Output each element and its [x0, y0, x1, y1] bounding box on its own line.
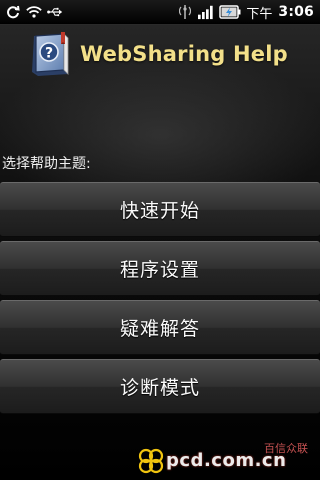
menu-item-label: 程序设置 — [119, 259, 200, 281]
watermark: pcd.com.cn 百信众联 — [138, 442, 318, 478]
menu-item-label: 诊断模式 — [119, 377, 200, 399]
svg-text:?: ? — [45, 46, 53, 62]
help-topic-list: 快速开始 程序设置 疑难解答 诊断模式 — [0, 182, 320, 418]
troubleshooting-button[interactable]: 疑难解答 — [0, 300, 320, 355]
app-header: ? WebSharing Help — [26, 30, 288, 78]
status-bar: 下午 3:06 — [0, 0, 320, 25]
menu-item-label: 疑难解答 — [119, 318, 200, 340]
sync-icon — [5, 4, 21, 20]
quick-start-button[interactable]: 快速开始 — [0, 182, 320, 237]
battery-charging-icon — [219, 4, 241, 20]
status-clock: 3:06 — [278, 4, 314, 20]
help-book-icon: ? — [26, 30, 74, 78]
watermark-cn-text: 百信众联 — [264, 442, 308, 455]
status-ampm: 下午 — [246, 6, 273, 22]
location-icon — [177, 4, 193, 20]
watermark-logo-icon — [138, 448, 164, 474]
signal-icon — [198, 4, 214, 20]
wifi-icon — [26, 4, 42, 20]
program-settings-button[interactable]: 程序设置 — [0, 241, 320, 296]
page-title: WebSharing Help — [80, 42, 288, 66]
usb-icon — [47, 4, 63, 20]
diagnostic-mode-button[interactable]: 诊断模式 — [0, 359, 320, 414]
help-topic-prompt: 选择帮助主题: — [2, 156, 91, 172]
menu-item-label: 快速开始 — [119, 200, 200, 222]
